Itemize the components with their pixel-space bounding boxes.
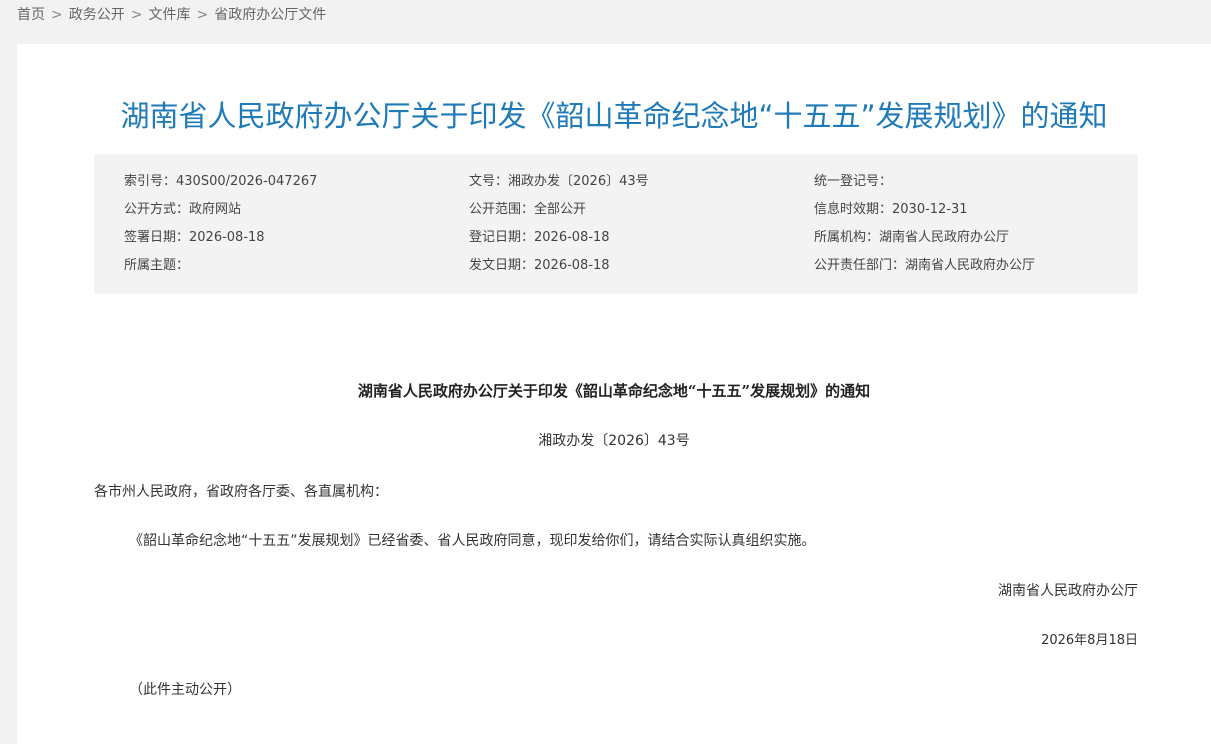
metadata-unified-registration-number: 统一登记号： [814, 174, 893, 189]
metadata-issue-date: 发文日期：2026-08-18 [469, 258, 610, 273]
metadata-issuing-agency: 所属机构：湖南省人民政府办公厅 [814, 230, 1010, 245]
article-card: 湖南省人民政府办公厅关于印发《韶山革命纪念地“十五五”发展规划》的通知 索引号：… [17, 44, 1211, 744]
breadcrumb-office-files-link[interactable]: 省政府办公厅文件 [214, 7, 326, 23]
metadata-signing-date: 签署日期：2026-08-18 [124, 230, 265, 245]
document-signature: 湖南省人民政府办公厅 [998, 583, 1138, 599]
metadata-index-number: 索引号：430S00/2026-047267 [124, 174, 318, 189]
breadcrumb: 首页 > 政务公开 > 文件库 > 省政府办公厅文件 [17, 5, 326, 25]
metadata-registration-date: 登记日期：2026-08-18 [469, 230, 610, 245]
breadcrumb-gov-affairs-link[interactable]: 政务公开 [69, 7, 125, 23]
metadata-responsible-department: 公开责任部门：湖南省人民政府办公厅 [814, 258, 1036, 273]
disclosure-note: （此件主动公开） [129, 682, 241, 698]
document-date: 2026年8月18日 [1041, 633, 1138, 648]
metadata-column-1: 索引号：430S00/2026-047267 公开方式：政府网站 签署日期：20… [124, 168, 317, 280]
document-number: 湘政办发〔2026〕43号 [538, 433, 690, 449]
metadata-document-number: 文号：湘政办发〔2026〕43号 [469, 174, 649, 189]
breadcrumb-separator: > [51, 7, 63, 23]
metadata-validity-period: 信息时效期：2030-12-31 [814, 202, 968, 217]
document-body-paragraph: 《韶山革命纪念地“十五五”发展规划》已经省委、省人民政府同意，现印发给你们，请结… [129, 533, 816, 549]
metadata-topic: 所属主题： [124, 258, 190, 273]
document-metadata-panel: 索引号：430S00/2026-047267 公开方式：政府网站 签署日期：20… [94, 154, 1138, 294]
page-title: 湖南省人民政府办公厅关于印发《韶山革命纪念地“十五五”发展规划》的通知 [120, 99, 1108, 133]
metadata-disclosure-scope: 公开范围：全部公开 [469, 202, 587, 217]
metadata-column-2: 文号：湘政办发〔2026〕43号 公开范围：全部公开 登记日期：2026-08-… [469, 168, 649, 280]
document-salutation: 各市州人民政府，省政府各厅委、各直属机构： [94, 484, 388, 500]
metadata-column-3: 统一登记号： 信息时效期：2030-12-31 所属机构：湖南省人民政府办公厅 … [814, 168, 1035, 280]
document-heading: 湖南省人民政府办公厅关于印发《韶山革命纪念地“十五五”发展规划》的通知 [357, 382, 871, 400]
breadcrumb-home-link[interactable]: 首页 [17, 7, 45, 23]
metadata-disclosure-method: 公开方式：政府网站 [124, 202, 242, 217]
breadcrumb-separator: > [130, 7, 143, 23]
breadcrumb-file-library-link[interactable]: 文件库 [148, 7, 190, 23]
breadcrumb-separator: > [196, 7, 209, 23]
